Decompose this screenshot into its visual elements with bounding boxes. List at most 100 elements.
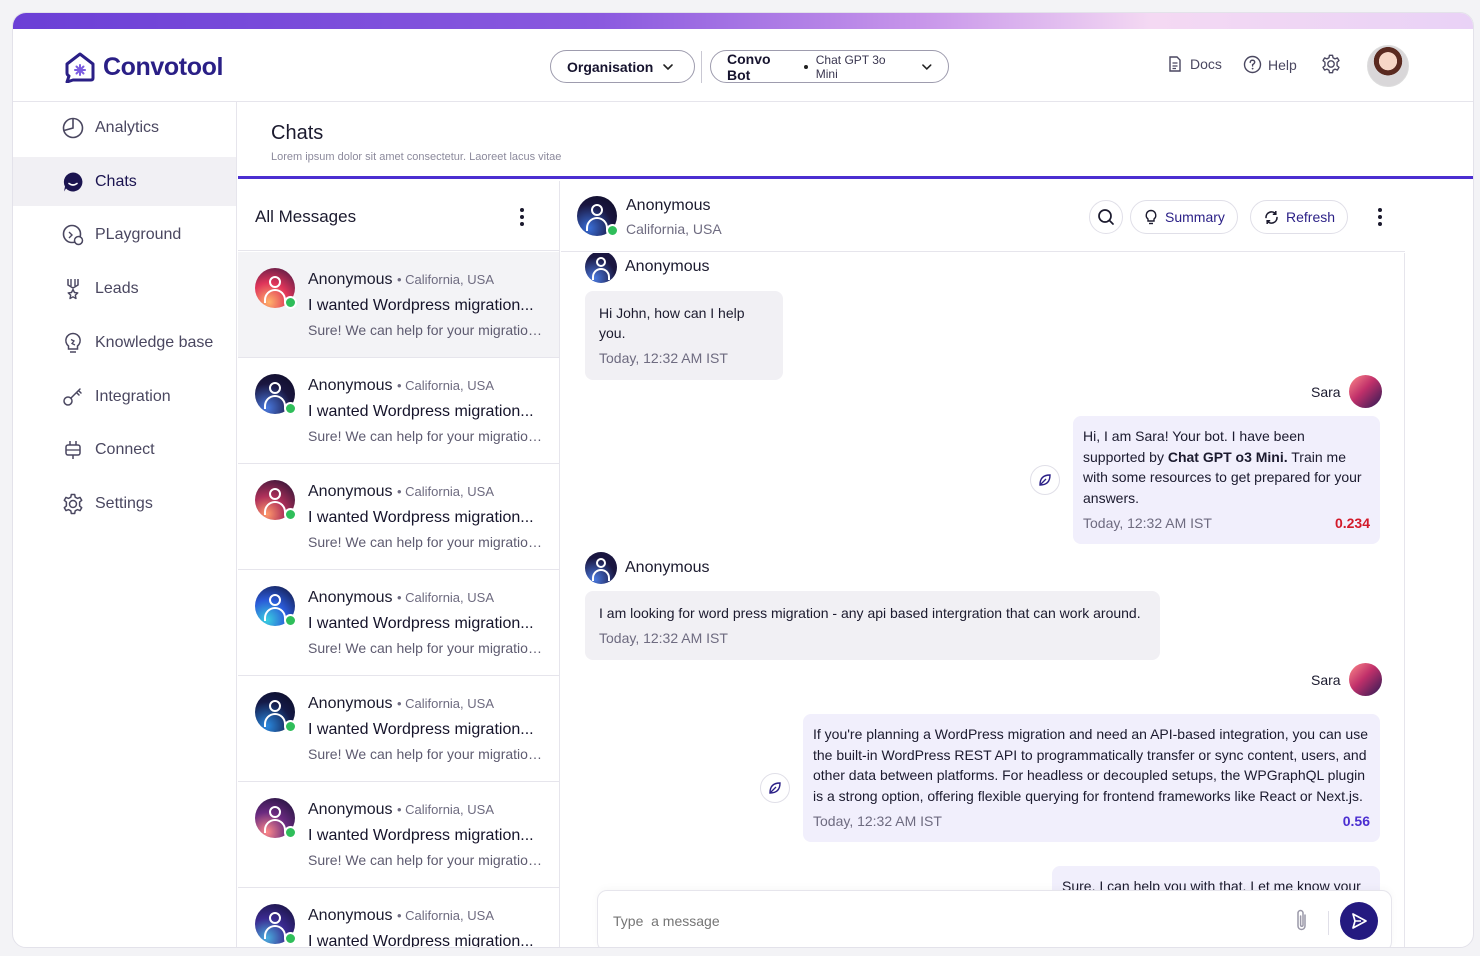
sidebar-item-label: Integration xyxy=(95,387,171,405)
sender-name: Anonymous xyxy=(625,559,710,576)
gear-icon xyxy=(61,492,85,516)
sidebar-item-leads[interactable]: Leads xyxy=(13,264,236,313)
list-item-location: • California, USA xyxy=(396,696,494,711)
list-item[interactable]: Anonymous • California, USA I wanted Word… xyxy=(238,570,559,676)
leaf-icon xyxy=(769,782,781,794)
summary-label: Summary xyxy=(1165,209,1225,225)
train-button[interactable] xyxy=(1030,465,1060,495)
message-sender: Anonymous xyxy=(585,253,710,283)
docs-link[interactable]: Docs xyxy=(1166,55,1222,73)
list-item-name: Anonymous xyxy=(308,483,393,500)
message-text: I am looking for word press migration - … xyxy=(599,605,1141,621)
list-item[interactable]: Anonymous • California, USA I wanted Word… xyxy=(238,358,559,464)
message-bubble-incoming: I am looking for word press migration - … xyxy=(585,591,1160,660)
list-item[interactable]: Anonymous • California, USA I wanted Word… xyxy=(238,888,559,948)
avatar xyxy=(255,480,297,521)
avatar xyxy=(255,586,297,627)
search-button[interactable] xyxy=(1089,200,1123,234)
message-time: Today, 12:32 AM IST xyxy=(599,350,728,366)
leaf-icon xyxy=(1039,474,1051,486)
list-item-location: • California, USA xyxy=(396,908,494,923)
list-item-preview: Sure! We can help for your migration ... xyxy=(308,640,544,656)
list-item-subject: I wanted Wordpress migration... xyxy=(308,827,534,844)
pie-chart-icon xyxy=(61,116,85,140)
sidebar-item-integration[interactable]: Integration xyxy=(13,372,236,421)
train-button[interactable] xyxy=(760,773,790,803)
message-sender: Anonymous xyxy=(585,552,710,584)
refresh-icon xyxy=(1265,210,1278,224)
page-header: Chats Lorem ipsum dolor sit amet consect… xyxy=(238,102,1473,179)
list-item[interactable]: Anonymous • California, USA I wanted Word… xyxy=(238,252,559,358)
paperclip-icon[interactable] xyxy=(1292,907,1312,940)
composer-divider xyxy=(1328,911,1329,935)
list-item-name: Anonymous xyxy=(308,589,393,606)
message-sender: Sara xyxy=(1311,375,1382,408)
list-item-name: Anonymous xyxy=(308,271,393,288)
chat-pane: Anonymous California, USA Summary Refres… xyxy=(561,181,1473,947)
user-avatar[interactable] xyxy=(1367,45,1409,87)
refresh-label: Refresh xyxy=(1286,209,1336,225)
list-item-location: • California, USA xyxy=(396,484,494,499)
sender-name: Sara xyxy=(1311,383,1341,400)
message-bubble-outgoing: Hi, I am Sara! Your bot. I have been sup… xyxy=(1073,416,1380,544)
bot-selector[interactable]: Convo Bot Chat GPT 3o Mini xyxy=(710,50,949,83)
help-circle-icon xyxy=(1243,55,1262,74)
gradient-top-bar xyxy=(13,13,1473,29)
list-item-preview: Sure! We can help for your migration ... xyxy=(308,428,544,444)
contact-name: Anonymous xyxy=(626,197,711,214)
sidebar-item-playground[interactable]: PLayground xyxy=(13,210,236,259)
sidebar-item-label: Knowledge base xyxy=(95,333,214,351)
list-item-subject: I wanted Wordpress migration... xyxy=(308,403,534,420)
list-item[interactable]: Anonymous • California, USA I wanted Word… xyxy=(238,676,559,782)
search-icon xyxy=(1098,209,1114,225)
key-icon xyxy=(61,385,85,409)
send-button[interactable] xyxy=(1340,902,1378,940)
message-list-header: All Messages xyxy=(238,181,559,251)
sidebar-item-analytics[interactable]: Analytics xyxy=(13,103,236,152)
more-options-icon[interactable] xyxy=(520,208,524,226)
list-item-location: • California, USA xyxy=(396,272,494,287)
logo[interactable]: Convotool xyxy=(63,51,223,83)
page-title: Chats xyxy=(271,122,324,144)
sidebar-item-label: Analytics xyxy=(95,118,160,136)
list-item[interactable]: Anonymous • California, USA I wanted Word… xyxy=(238,464,559,570)
organisation-selector[interactable]: Organisation xyxy=(550,50,695,83)
message-time: Today, 12:32 AM IST xyxy=(813,813,942,829)
settings-button[interactable] xyxy=(1320,53,1342,75)
contact-avatar xyxy=(577,196,619,237)
avatar xyxy=(255,904,297,945)
avatar xyxy=(255,692,297,733)
sender-name: Anonymous xyxy=(625,258,710,275)
sidebar: Analytics Chats PLayground Leads Knowled… xyxy=(13,102,237,947)
document-icon xyxy=(1169,56,1181,72)
summary-button[interactable]: Summary xyxy=(1130,200,1238,234)
message-text: If you're planning a WordPress migration… xyxy=(813,726,1368,804)
message-input[interactable] xyxy=(598,891,1278,947)
bot-avatar xyxy=(1348,663,1382,696)
organisation-label: Organisation xyxy=(567,58,654,75)
playground-icon xyxy=(61,223,85,247)
sidebar-item-label: Settings xyxy=(95,494,153,512)
list-item-location: • California, USA xyxy=(396,802,494,817)
sidebar-item-settings[interactable]: Settings xyxy=(13,479,236,528)
sidebar-item-connect[interactable]: Connect xyxy=(13,425,236,474)
sidebar-item-chats[interactable]: Chats xyxy=(13,157,236,206)
help-link[interactable]: Help xyxy=(1243,55,1297,74)
list-item-preview: Sure! We can help for your migration ... xyxy=(308,852,544,868)
sidebar-item-label: PLayground xyxy=(95,225,182,243)
message-list-title: All Messages xyxy=(255,207,357,226)
lightbulb-icon xyxy=(1145,209,1157,225)
refresh-button[interactable]: Refresh xyxy=(1250,200,1349,234)
chat-more-options-icon[interactable] xyxy=(1378,208,1382,226)
message-thread: Anonymous Hi John, how can I help you. T… xyxy=(561,253,1405,947)
online-status-dot xyxy=(284,826,297,839)
list-item-preview: Sure! We can help for your migration ... xyxy=(308,534,544,550)
list-item[interactable]: Anonymous • California, USA I wanted Word… xyxy=(238,782,559,888)
list-item-subject: I wanted Wordpress migration... xyxy=(308,933,534,948)
logo-text: Convotool xyxy=(103,52,223,81)
bot-name: Convo Bot xyxy=(727,50,771,83)
help-label: Help xyxy=(1268,56,1297,73)
sidebar-item-knowledge-base[interactable]: Knowledge base xyxy=(13,318,236,367)
lightbulb-icon xyxy=(61,331,85,355)
list-item-subject: I wanted Wordpress migration... xyxy=(308,721,534,738)
